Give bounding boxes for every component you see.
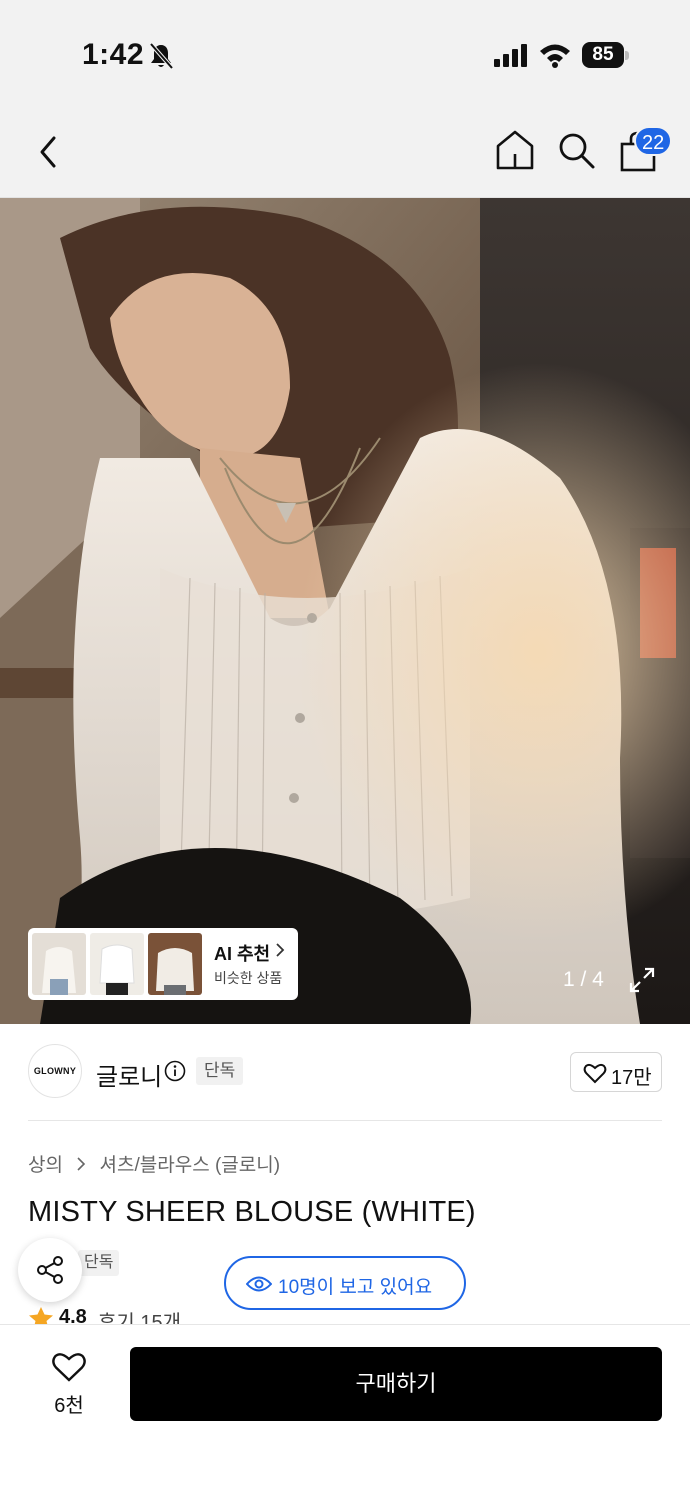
ai-thumb-3 — [148, 933, 202, 995]
top-nav — [0, 110, 690, 198]
share-icon — [37, 1256, 63, 1284]
wishlist-button[interactable]: 6천 — [34, 1349, 104, 1419]
breadcrumb: 상의 셔츠/블라우스 (글로니) — [28, 1150, 280, 1177]
info-icon[interactable] — [164, 1060, 186, 1082]
ai-card-subtitle: 비슷한 상품 — [214, 970, 283, 986]
eye-icon — [246, 1276, 272, 1292]
product-image-carousel[interactable]: AI 추천 비슷한 상품 1 / 4 — [0, 198, 690, 1024]
wishlist-count: 6천 — [54, 1395, 84, 1417]
battery-tip — [625, 51, 629, 60]
chevron-right-icon — [77, 1156, 86, 1171]
brand-logo[interactable]: GLOWNY — [28, 1044, 82, 1098]
brand-name[interactable]: 글로니 — [96, 1057, 162, 1092]
heart-outline-icon — [52, 1353, 86, 1382]
heart-outline-icon — [583, 1063, 607, 1084]
battery-indicator: 85 — [582, 42, 629, 70]
ai-thumb-1 — [32, 933, 86, 995]
home-icon[interactable] — [494, 128, 536, 172]
bottom-action-bar: 6천 구매하기 — [0, 1324, 690, 1500]
product-photo — [0, 198, 690, 1024]
brand-like-count: 17만 — [611, 1067, 652, 1089]
buy-button[interactable]: 구매하기 — [130, 1347, 662, 1421]
viewers-indicator: 10명이 보고 있어요 — [224, 1256, 466, 1310]
ai-recommend-card[interactable]: AI 추천 비슷한 상품 — [28, 928, 298, 1000]
product-exclusive-badge: 단독 — [78, 1250, 120, 1276]
battery-level: 85 — [582, 42, 624, 68]
bell-muted-icon — [149, 42, 174, 70]
share-button[interactable] — [18, 1238, 82, 1302]
wifi-icon — [540, 44, 570, 68]
brand-row: GLOWNY 글로니 단독 17만 — [0, 1024, 690, 1120]
viewers-text: 10명이 보고 있어요 — [278, 1277, 433, 1298]
brand-like-button[interactable]: 17만 — [570, 1052, 662, 1092]
exclusive-badge: 단독 — [196, 1057, 244, 1085]
status-time: 1:42 — [82, 38, 145, 71]
cart-count-badge: 22 — [634, 126, 673, 156]
breadcrumb-subcategory[interactable]: 셔츠/블라우스 (글로니) — [100, 1155, 281, 1176]
product-title: MISTY SHEER BLOUSE (WHITE) — [28, 1196, 476, 1228]
expand-icon[interactable] — [628, 966, 656, 994]
ai-thumb-2 — [90, 933, 144, 995]
ai-card-title: AI 추천 — [214, 944, 271, 964]
cellular-signal-icon — [494, 44, 527, 67]
chevron-right-icon — [276, 943, 285, 957]
back-chevron-icon[interactable] — [30, 130, 70, 174]
image-page-counter: 1 / 4 — [563, 968, 604, 991]
search-icon[interactable] — [556, 130, 596, 170]
section-divider — [28, 1120, 662, 1121]
status-bar: 1:42 85 — [0, 0, 690, 110]
breadcrumb-category[interactable]: 상의 — [28, 1155, 63, 1176]
